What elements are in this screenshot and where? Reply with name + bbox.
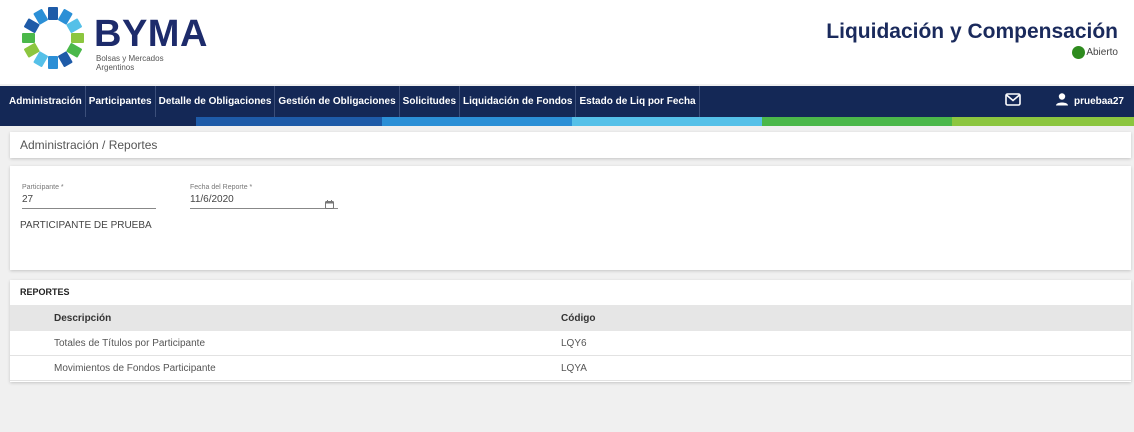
row-codigo: LQY6: [561, 337, 587, 349]
nav-item-participantes[interactable]: Participantes: [86, 86, 156, 117]
reports-card: REPORTES Descripción Código Totales de T…: [10, 280, 1131, 382]
main-navbar: Administración Participantes Detalle de …: [0, 86, 1134, 117]
reports-table: Descripción Código Totales de Títulos po…: [10, 305, 1131, 381]
participante-field[interactable]: Participante * 27: [22, 183, 156, 209]
mail-button[interactable]: [1005, 92, 1021, 111]
row-descripcion: Totales de Títulos por Participante: [54, 337, 206, 349]
logo-subtitle: Bolsas y Mercados Argentinos: [96, 54, 164, 72]
nav-color-stripe: [0, 117, 1134, 126]
mail-icon: [1005, 92, 1021, 111]
username: pruebaa27: [1073, 96, 1124, 107]
app-header: BYMA Bolsas y Mercados Argentinos Liquid…: [0, 0, 1134, 84]
logo-subtitle-line1: Bolsas y Mercados: [96, 54, 164, 63]
breadcrumb-card: Administración / Reportes: [10, 132, 1131, 158]
report-form-card: Participante * 27 Fecha del Reporte * 11…: [10, 166, 1131, 270]
reports-title: REPORTES: [20, 287, 70, 297]
logo-subtitle-line2: Argentinos: [96, 63, 135, 72]
user-icon: [1055, 92, 1069, 111]
nav-item-administracion[interactable]: Administración: [0, 86, 86, 117]
column-header-descripcion: Descripción: [54, 312, 112, 324]
nav-item-gestion-obligaciones[interactable]: Gestión de Obligaciones: [275, 86, 400, 117]
nav-menu: Administración Participantes Detalle de …: [0, 86, 700, 117]
row-descripcion: Movimientos de Fondos Participante: [54, 362, 216, 374]
column-header-codigo: Código: [561, 312, 596, 324]
stripe-segment: [762, 117, 952, 126]
fecha-reporte-field[interactable]: Fecha del Reporte * 11/6/2020: [190, 183, 338, 209]
app-title: Liquidación y Compensación: [826, 20, 1118, 43]
fecha-reporte-underline: [190, 208, 338, 209]
participant-name: PARTICIPANTE DE PRUEBA: [20, 220, 152, 231]
user-menu-button[interactable]: pruebaa27: [1055, 92, 1124, 111]
nav-item-liquidacion-fondos[interactable]: Liquidación de Fondos: [460, 86, 577, 117]
row-codigo: LQYA: [561, 362, 587, 374]
participante-underline: [22, 208, 156, 209]
breadcrumb: Administración / Reportes: [20, 138, 158, 152]
table-row[interactable]: Movimientos de Fondos Participante LQYA: [10, 356, 1131, 381]
calendar-icon[interactable]: [325, 196, 334, 214]
stripe-segment: [0, 117, 196, 126]
stripe-segment: [952, 117, 1134, 126]
stripe-segment: [382, 117, 572, 126]
participante-input[interactable]: 27: [22, 193, 156, 206]
byma-logo-icon: [18, 6, 88, 70]
nav-item-solicitudes[interactable]: Solicitudes: [400, 86, 461, 117]
stripe-segment: [196, 117, 382, 126]
status-text: Abierto: [1086, 47, 1118, 58]
nav-right-actions: pruebaa27: [1005, 86, 1124, 117]
fecha-reporte-input[interactable]: 11/6/2020: [190, 193, 338, 206]
table-header: Descripción Código: [10, 305, 1131, 331]
logo-name: BYMA: [94, 13, 208, 55]
status-dot-icon: [1072, 46, 1086, 59]
nav-item-estado-liq-fecha[interactable]: Estado de Liq por Fecha: [576, 86, 700, 117]
stripe-segment: [572, 117, 762, 126]
market-status: Abierto: [1072, 46, 1118, 59]
nav-item-detalle-obligaciones[interactable]: Detalle de Obligaciones: [156, 86, 276, 117]
participante-label: Participante *: [22, 184, 64, 191]
fecha-reporte-label: Fecha del Reporte *: [190, 184, 253, 191]
table-row[interactable]: Totales de Títulos por Participante LQY6: [10, 331, 1131, 356]
